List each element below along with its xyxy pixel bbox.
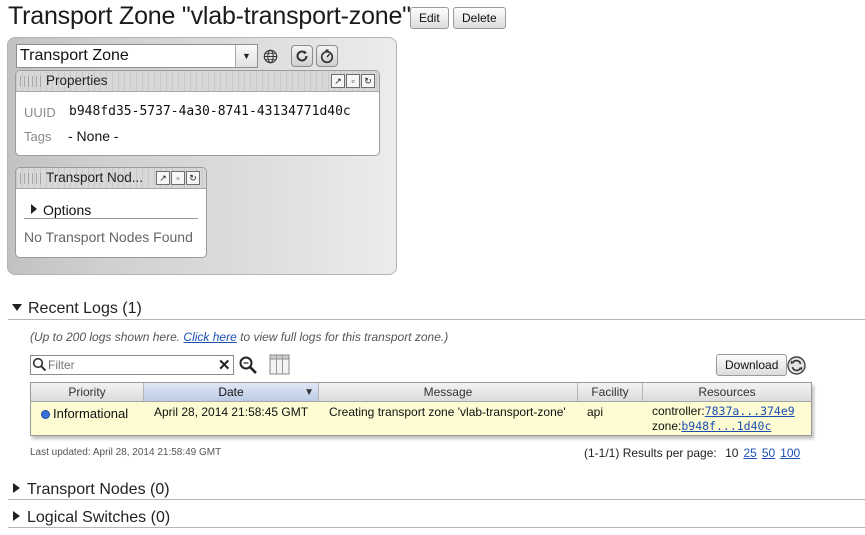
chevron-down-icon[interactable]: ▼ (235, 45, 257, 67)
sort-desc-icon: ▼ (304, 387, 314, 398)
section-divider (8, 319, 865, 320)
logs-note: (Up to 200 logs shown here. Click here t… (30, 330, 448, 344)
drag-grip-icon[interactable] (20, 76, 42, 87)
section-divider (8, 499, 865, 500)
search-icon (32, 357, 47, 377)
expand-arrow-icon (31, 204, 37, 214)
popout-icon[interactable]: ↗ (156, 171, 170, 185)
properties-portlet-title: Properties (46, 73, 108, 88)
expand-arrow-icon (13, 483, 20, 493)
last-updated: Last updated: April 28, 2014 21:58:49 GM… (30, 447, 222, 458)
uuid-label: UUID (24, 105, 56, 120)
full-logs-link[interactable]: Click here (183, 330, 236, 344)
recent-logs-toggle[interactable]: Recent Logs (1) (12, 300, 142, 318)
refresh-icon[interactable]: ↻ (186, 171, 200, 185)
popout-icon[interactable]: ↗ (331, 74, 345, 88)
properties-portlet-header[interactable]: Properties ↗ ▫ ↻ (16, 71, 379, 92)
column-header-priority[interactable]: Priority (31, 383, 144, 402)
logs-note-prefix: (Up to 200 logs shown here. (30, 330, 184, 344)
facility-cell: api (587, 405, 604, 419)
results-per-page-label: Results per page: (622, 446, 717, 460)
options-toggle[interactable]: Options (31, 202, 91, 218)
empty-message: No Transport Nodes Found (24, 229, 193, 245)
page-title: Transport Zone "vlab-transport-zone" (8, 2, 411, 30)
message-cell: Creating transport zone 'vlab-transport-… (329, 405, 566, 419)
column-header-date-label: Date (218, 385, 244, 399)
tags-label: Tags (24, 129, 52, 144)
priority-cell: Informational (41, 406, 128, 421)
drag-grip-icon[interactable] (20, 173, 42, 184)
column-header-resources[interactable]: Resources (643, 383, 811, 402)
view-select[interactable]: Transport Zone (16, 44, 258, 68)
pagination: (1-1/1) Results per page: 10 25 50 100 (584, 446, 800, 460)
logs-note-suffix: to view full logs for this transport zon… (236, 330, 449, 344)
per-page-100[interactable]: 100 (780, 446, 800, 460)
zone-link[interactable]: b948f...1d40c (681, 419, 771, 433)
columns-icon[interactable] (269, 354, 290, 380)
advanced-search-icon[interactable] (238, 355, 259, 380)
properties-portlet: Properties ↗ ▫ ↻ UUID b948fd35-5737-4a30… (15, 70, 380, 156)
transport-nodes-section-toggle[interactable]: Transport Nodes (0) (13, 481, 170, 499)
expand-arrow-icon (13, 511, 20, 521)
column-header-message[interactable]: Message (319, 383, 578, 402)
delete-button[interactable]: Delete (453, 7, 506, 29)
options-label: Options (43, 202, 92, 218)
priority-value: Informational (53, 406, 129, 421)
collapse-arrow-icon (12, 304, 22, 311)
resource-controller: controller:7837a...374e9 (652, 404, 795, 418)
table-row[interactable]: Informational April 28, 2014 21:58:45 GM… (31, 402, 811, 435)
auto-refresh-timer-icon[interactable] (316, 45, 338, 67)
clear-filter-icon[interactable]: ✕ (218, 356, 231, 374)
globe-icon[interactable] (263, 49, 278, 69)
divider (24, 218, 198, 219)
logical-switches-section-toggle[interactable]: Logical Switches (0) (13, 509, 170, 527)
transport-nodes-portlet-title: Transport Nod... (46, 170, 144, 185)
per-page-25[interactable]: 25 (743, 446, 756, 460)
filter-input[interactable] (48, 357, 213, 373)
refresh-icon[interactable]: ↻ (361, 74, 375, 88)
maximize-icon[interactable]: ▫ (171, 171, 185, 185)
recent-logs-heading: Recent Logs (1) (28, 300, 142, 317)
per-page-current: 10 (725, 446, 739, 460)
controller-link[interactable]: 7837a...374e9 (705, 404, 795, 418)
info-status-dot-icon (41, 410, 50, 419)
per-page-50[interactable]: 50 (762, 446, 775, 460)
results-range: (1-1/1) (584, 446, 620, 460)
resource-zone: zone:b948f...1d40c (652, 419, 771, 433)
date-cell: April 28, 2014 21:58:45 GMT (154, 405, 309, 419)
maximize-icon[interactable]: ▫ (346, 74, 360, 88)
column-header-date[interactable]: Date ▼ (144, 383, 319, 402)
uuid-value: b948fd35-5737-4a30-8741-43134771d40c (69, 104, 351, 119)
resource-controller-label: controller: (652, 404, 705, 418)
column-header-facility[interactable]: Facility (578, 383, 643, 402)
refresh-icon[interactable] (291, 45, 313, 67)
download-button[interactable]: Download (716, 354, 788, 376)
auto-refresh-icon[interactable] (787, 356, 806, 380)
logical-switches-heading: Logical Switches (0) (27, 509, 171, 526)
edit-button[interactable]: Edit (410, 7, 449, 29)
logs-table: Priority Date ▼ Message Facility Resourc… (30, 382, 812, 436)
resource-zone-label: zone: (652, 419, 682, 433)
section-divider (8, 527, 865, 528)
transport-nodes-portlet-header[interactable]: Transport Nod... ↗ ▫ ↻ (16, 168, 206, 189)
tags-value: - None - (68, 128, 119, 144)
transport-nodes-heading: Transport Nodes (0) (27, 481, 170, 498)
transport-nodes-portlet: Transport Nod... ↗ ▫ ↻ Options No Transp… (15, 167, 207, 258)
